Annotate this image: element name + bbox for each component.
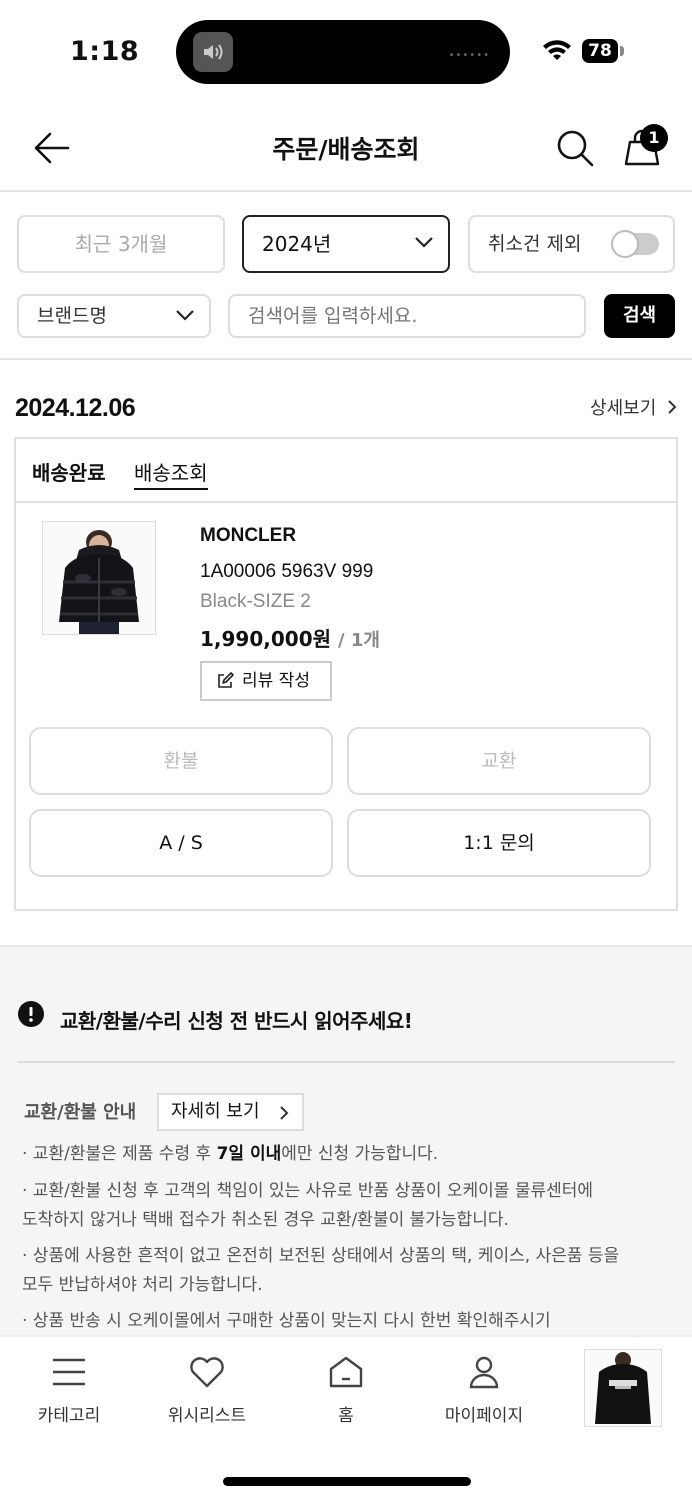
- exclude-cancel-toggle-row[interactable]: 취소건 제외: [468, 215, 675, 273]
- order-card-header: 배송완료 배송조회: [16, 439, 676, 503]
- exclude-cancel-label: 취소건 제외: [488, 233, 582, 255]
- battery-tip: [620, 46, 624, 56]
- guide-label: 교환/환불 안내: [24, 1102, 137, 1123]
- product-brand: MONCLER: [200, 525, 297, 546]
- tracking-link[interactable]: 배송조회: [134, 457, 208, 490]
- speaker-icon: [193, 32, 233, 72]
- search-button[interactable]: 검색: [604, 294, 675, 338]
- nav-home[interactable]: 홈: [291, 1355, 401, 1426]
- shipping-status: 배송완료: [32, 461, 106, 485]
- return-notice-section: 교환/환불/수리 신청 전 반드시 읽어주세요! 교환/환불 안내 자세히 보기…: [0, 965, 692, 1365]
- menu-icon: [53, 1358, 85, 1386]
- search-input[interactable]: [228, 294, 586, 338]
- exchange-button[interactable]: 교환: [347, 727, 651, 795]
- alert-icon: [18, 1001, 44, 1027]
- product-quantity: / 1개: [337, 630, 380, 651]
- toggle-knob: [611, 230, 639, 258]
- nav-home-label: 홈: [338, 1406, 354, 1426]
- nav-category[interactable]: 카테고리: [14, 1355, 124, 1426]
- inquiry-button[interactable]: 1:1 문의: [347, 809, 651, 877]
- dynamic-island: ••••••: [176, 20, 510, 84]
- top-header: 주문/배송조회: [0, 100, 692, 192]
- sweatshirt-image: [585, 1350, 661, 1426]
- refund-button[interactable]: 환불: [29, 727, 333, 795]
- after-service-button[interactable]: A / S: [29, 809, 333, 877]
- chevron-down-icon: [415, 237, 433, 248]
- notice-item-4: · 상품 반송 시 오케이몰에서 구매한 상품이 맞는지 다시 한번 확인해주시…: [22, 1311, 551, 1331]
- order-card: 배송완료 배송조회 MONCLER 1A00006 5963V 999 Blac…: [14, 437, 678, 911]
- heart-icon: [190, 1357, 224, 1388]
- nav-mypage-label: 마이페이지: [444, 1406, 524, 1426]
- search-icon[interactable]: [555, 128, 595, 168]
- order-detail-label: 상세보기: [590, 398, 657, 419]
- nav-mypage[interactable]: 마이페이지: [429, 1355, 539, 1426]
- home-indicator: [223, 1477, 471, 1486]
- product-price: 1,990,000원: [200, 627, 332, 651]
- year-select[interactable]: 2024년: [242, 215, 450, 273]
- product-thumbnail[interactable]: [42, 521, 156, 635]
- status-time: 1:18: [70, 36, 140, 67]
- write-review-label: 리뷰 작성: [242, 671, 310, 691]
- recent-product-thumbnail[interactable]: [584, 1349, 662, 1427]
- notice-item-3-line2: 모두 반납하셔야 처리 가능합니다.: [22, 1275, 263, 1295]
- bottom-nav: 카테고리 위시리스트 홈 마이페이지: [0, 1335, 692, 1500]
- notice-item-2-line1: · 교환/환불 신청 후 고객의 책임이 있는 사유로 반품 상품이 오케이몰 …: [22, 1181, 594, 1201]
- guide-detail-label: 자세히 보기: [171, 1101, 260, 1122]
- section-divider: [0, 945, 692, 965]
- period-filter-button[interactable]: 최근 3개월: [17, 215, 225, 273]
- filter-panel: 최근 3개월 2024년 취소건 제외 브랜드명 검색: [0, 194, 692, 360]
- nav-wishlist-label: 위시리스트: [167, 1406, 247, 1426]
- year-select-value: 2024년: [262, 232, 332, 256]
- notice-item-1: · 교환/환불은 제품 수령 후 7일 이내에만 신청 가능합니다.: [22, 1139, 672, 1169]
- brand-select-value: 브랜드명: [37, 305, 107, 327]
- nav-wishlist[interactable]: 위시리스트: [152, 1355, 262, 1426]
- chevron-right-icon: [668, 400, 677, 414]
- status-bar: 1:18 •••••• 78: [0, 0, 692, 100]
- notice-item-1-pre: · 교환/환불은 제품 수령 후: [22, 1144, 217, 1164]
- edit-icon: [218, 672, 234, 688]
- order-date: 2024.12.06: [15, 394, 136, 422]
- notice-item-3-line1: · 상품에 사용한 흔적이 없고 온전히 보전된 상태에서 상품의 택, 케이스…: [22, 1246, 620, 1266]
- notice-item-2-line2: 도착하지 않거나 택배 접수가 취소된 경우 교환/환불이 불가능합니다.: [22, 1210, 509, 1230]
- puffer-jacket-image: [43, 522, 155, 634]
- product-code: 1A00006 5963V 999: [200, 561, 374, 582]
- order-detail-link[interactable]: 상세보기: [590, 394, 678, 420]
- chevron-down-icon: [176, 310, 194, 321]
- product-option: Black-SIZE 2: [200, 591, 311, 612]
- cart-count-badge: 1: [640, 124, 668, 152]
- exclude-cancel-toggle[interactable]: [611, 230, 659, 258]
- product-price-row: 1,990,000원 / 1개: [200, 623, 380, 652]
- wifi-icon: [543, 40, 571, 60]
- chevron-right-icon: [280, 1106, 289, 1120]
- write-review-button[interactable]: 리뷰 작성: [200, 661, 332, 701]
- nav-category-label: 카테고리: [37, 1406, 101, 1426]
- notice-item-1-post: 에만 신청 가능합니다.: [281, 1144, 439, 1164]
- notice-item-1-bold: 7일 이내: [216, 1144, 282, 1164]
- battery-indicator: 78: [582, 39, 618, 63]
- notice-divider: [17, 1061, 675, 1063]
- notice-title: 교환/환불/수리 신청 전 반드시 읽어주세요!: [60, 1009, 413, 1033]
- home-icon: [329, 1356, 363, 1388]
- brand-select[interactable]: 브랜드명: [17, 294, 211, 338]
- user-icon: [469, 1356, 499, 1389]
- activity-dots: ••••••: [448, 50, 490, 61]
- guide-detail-button[interactable]: 자세히 보기: [157, 1093, 304, 1131]
